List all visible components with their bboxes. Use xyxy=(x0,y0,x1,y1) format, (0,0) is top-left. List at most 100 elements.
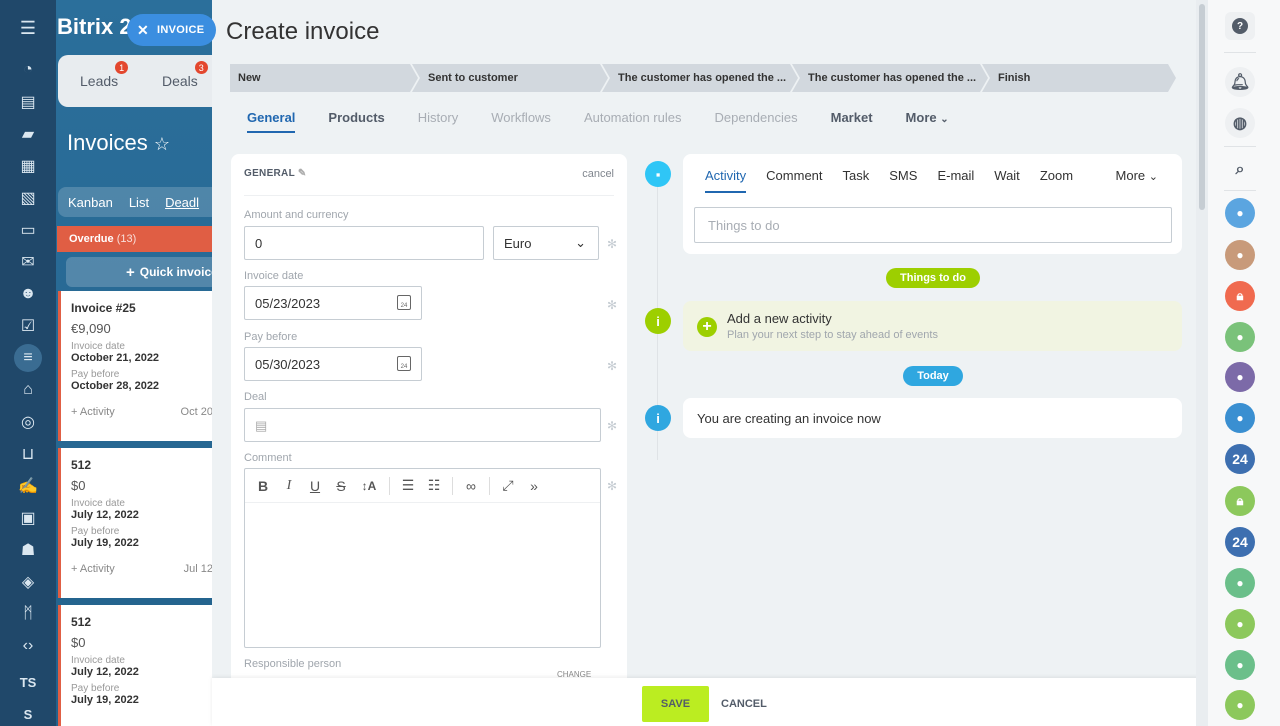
italic-icon[interactable]: I xyxy=(281,478,297,494)
tab-products[interactable]: Products xyxy=(328,110,384,133)
tab-more[interactable]: More ⌄ xyxy=(906,110,949,133)
cart-icon[interactable]: ⊔ xyxy=(16,442,40,466)
activity-tab-sms[interactable]: SMS xyxy=(889,168,917,193)
add-activity-link[interactable]: + Activity xyxy=(71,563,115,575)
code-icon[interactable]: ‹› xyxy=(16,634,40,658)
tab-leads[interactable]: Leads 1 xyxy=(80,61,129,89)
pie-chart-icon[interactable]: ◔ xyxy=(16,58,40,82)
document-icon[interactable]: ▧ xyxy=(16,186,40,210)
activity-tab-wait[interactable]: Wait xyxy=(994,168,1020,193)
tab-automation-rules[interactable]: Automation rules xyxy=(584,110,682,133)
stage-finish[interactable]: Finish xyxy=(982,64,1176,92)
activity-tab-comment[interactable]: Comment xyxy=(766,168,822,193)
close-icon[interactable]: ✕ xyxy=(137,22,149,39)
currency-select[interactable]: Euro ⌄ xyxy=(493,226,599,260)
contact-card-avatar-icon[interactable]: ● xyxy=(1225,240,1255,270)
activity-tab-activity[interactable]: Activity xyxy=(705,168,747,193)
crm-filter-icon[interactable]: ≡ xyxy=(14,344,42,372)
gear-icon[interactable]: ✻ xyxy=(607,480,619,492)
group-chat-avatar-icon[interactable]: ● xyxy=(1225,403,1255,433)
view-tab-deadlines[interactable]: Deadl xyxy=(165,195,199,210)
bell-icon[interactable]: 🔔︎ xyxy=(1225,67,1255,97)
b24-avatar-icon[interactable]: 24 xyxy=(1225,444,1255,474)
scrollbar[interactable] xyxy=(1196,0,1208,726)
invoice-close-pill[interactable]: ✕ INVOICE xyxy=(127,14,217,46)
pay-before-input[interactable]: 05/30/2023 24 xyxy=(244,347,422,381)
user-avatar-icon[interactable]: ● xyxy=(1225,322,1255,352)
save-button[interactable]: SAVE xyxy=(642,686,709,722)
deal-input[interactable]: ▤ xyxy=(244,408,601,442)
chat-search-icon[interactable]: ◍ xyxy=(1225,108,1255,138)
stage-new[interactable]: New xyxy=(230,64,418,92)
calendar-icon[interactable]: ▦ xyxy=(16,154,40,178)
add-activity-link[interactable]: + Activity xyxy=(71,406,115,418)
signature-icon[interactable]: ✍ xyxy=(16,474,40,498)
activity-tab-zoom[interactable]: Zoom xyxy=(1040,168,1073,193)
font-size-icon[interactable]: ↕A xyxy=(359,479,379,493)
gear-icon[interactable]: ✻ xyxy=(607,299,619,311)
workspace-label[interactable]: S xyxy=(16,702,40,726)
tab-dependencies[interactable]: Dependencies xyxy=(715,110,798,133)
numbered-list-icon[interactable]: ☰ xyxy=(400,477,416,494)
view-tab-list[interactable]: List xyxy=(129,195,149,210)
robot-icon[interactable]: ☗ xyxy=(16,538,40,562)
kanban-card[interactable]: Invoice #25 €9,090 Invoice date October 21,… xyxy=(58,291,226,441)
help-button[interactable]: ? xyxy=(1225,12,1255,40)
more-icon[interactable]: » xyxy=(526,478,542,494)
tab-general[interactable]: General xyxy=(247,110,296,133)
activity-tab-task[interactable]: Task xyxy=(843,168,870,193)
target-icon[interactable]: ◎ xyxy=(16,410,40,434)
cancel-button[interactable]: CANCEL xyxy=(721,698,767,710)
inbox-icon[interactable]: ▭ xyxy=(16,218,40,242)
invoice-date-input[interactable]: 05/23/2023 24 xyxy=(244,286,422,320)
contacts-icon[interactable]: ☻ xyxy=(16,282,40,306)
marketing-icon[interactable]: ᛗ xyxy=(16,602,40,626)
tab-workflows[interactable]: Workflows xyxy=(491,110,551,133)
stage-customer-opened-1[interactable]: The customer has opened the ... xyxy=(602,64,798,92)
section-cancel-link[interactable]: cancel xyxy=(582,168,614,195)
contact-card-icon[interactable]: ▣ xyxy=(16,506,40,530)
gear-icon[interactable]: ✻ xyxy=(607,360,619,372)
photo-avatar-icon[interactable]: ● xyxy=(1225,362,1255,392)
strikethrough-icon[interactable]: S xyxy=(333,478,349,494)
group-avatar-icon[interactable]: ● xyxy=(1225,568,1255,598)
box-icon[interactable]: ◈ xyxy=(16,570,40,594)
things-to-do-input[interactable]: Things to do xyxy=(694,207,1172,243)
view-tab-kanban[interactable]: Kanban xyxy=(68,195,113,210)
lock-avatar-icon[interactable]: 🔒︎ xyxy=(1225,281,1255,311)
feed-icon[interactable]: ▤ xyxy=(16,90,40,114)
kanban-card[interactable]: 512 $0 Invoice date July 12, 2022 Pay before… xyxy=(58,605,226,726)
b24-avatar-icon-2[interactable]: 24 xyxy=(1225,527,1255,557)
quick-invoice-button[interactable]: + Quick invoice xyxy=(66,257,226,287)
gear-icon[interactable]: ✻ xyxy=(607,238,619,250)
gear-icon[interactable]: ✻ xyxy=(607,420,619,432)
link-icon[interactable]: ∞ xyxy=(463,478,479,494)
group-avatar-icon-3[interactable]: ● xyxy=(1225,650,1255,680)
search-icon[interactable]: ⌕ xyxy=(1225,155,1255,185)
calendar-icon[interactable]: 24 xyxy=(397,356,411,371)
lock-avatar-icon-2[interactable]: 🔒︎ xyxy=(1225,486,1255,516)
bold-icon[interactable]: B xyxy=(255,478,271,494)
comment-editor[interactable]: B I U S ↕A ☰ ☷ ∞ ⤢ » xyxy=(244,468,601,648)
tab-history[interactable]: History xyxy=(418,110,458,133)
calendar-avatar-icon[interactable]: ● xyxy=(1225,198,1255,228)
underline-icon[interactable]: U xyxy=(307,478,323,494)
bulleted-list-icon[interactable]: ☷ xyxy=(426,477,442,494)
team-space-label[interactable]: TS xyxy=(16,670,40,694)
chat-icon[interactable]: ▰ xyxy=(16,122,40,146)
pencil-icon[interactable]: ✎ xyxy=(298,168,307,179)
add-activity-card[interactable]: + Add a new activity Plan your next step… xyxy=(683,301,1182,351)
group-avatar-icon-4[interactable]: ● xyxy=(1225,690,1255,720)
scrollbar-thumb[interactable] xyxy=(1199,4,1205,210)
tab-deals[interactable]: Deals 3 xyxy=(162,61,208,89)
stage-sent-to-customer[interactable]: Sent to customer xyxy=(412,64,608,92)
mail-icon[interactable]: ✉ xyxy=(16,250,40,274)
fullscreen-icon[interactable]: ⤢ xyxy=(500,477,516,494)
calendar-icon[interactable]: 24 xyxy=(397,295,411,310)
activity-more-button[interactable]: More ⌄ xyxy=(1116,168,1158,183)
stage-customer-opened-2[interactable]: The customer has opened the ... xyxy=(792,64,988,92)
star-icon[interactable]: ☆ xyxy=(154,134,170,154)
plus-icon[interactable]: + xyxy=(697,317,717,337)
group-avatar-icon-2[interactable]: ● xyxy=(1225,609,1255,639)
kanban-card[interactable]: 512 $0 Invoice date July 12, 2022 Pay before… xyxy=(58,448,226,598)
